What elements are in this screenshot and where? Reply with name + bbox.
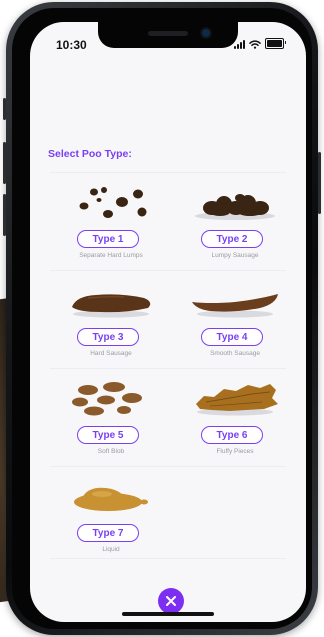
notch — [98, 22, 238, 48]
poo-type-option-5[interactable]: Type 5 Soft Blob — [50, 370, 172, 466]
page-title: Select Poo Type: — [48, 148, 132, 160]
wifi-icon — [249, 40, 261, 49]
type-7-description: Liquid — [102, 546, 120, 553]
type-3-button[interactable]: Type 3 — [77, 328, 139, 346]
divider — [50, 172, 286, 173]
smooth-sausage-icon — [192, 294, 278, 318]
battery-icon — [265, 38, 286, 49]
mute-switch — [3, 98, 6, 120]
phone-frame: 10:30 Select Poo Type: Type 1 Separate H… — [3, 2, 321, 635]
hard-sausage-icon — [72, 294, 151, 318]
poo-type-option-2[interactable]: Type 2 Lumpy Sausage — [174, 174, 296, 270]
volume-down-button — [3, 194, 6, 236]
close-icon — [166, 596, 176, 606]
type-5-button[interactable]: Type 5 — [77, 426, 139, 444]
home-indicator[interactable] — [122, 612, 214, 616]
liquid-icon — [74, 487, 148, 511]
type-4-button[interactable]: Type 4 — [201, 328, 263, 346]
divider — [50, 466, 286, 467]
poo-type-option-1[interactable]: Type 1 Separate Hard Lumps — [50, 174, 172, 270]
poo-type-option-6[interactable]: Type 6 Fluffy Pieces — [174, 370, 296, 466]
type-6-description: Fluffy Pieces — [216, 448, 254, 455]
divider — [50, 368, 286, 369]
status-time: 10:30 — [56, 38, 87, 52]
type-3-description: Hard Sausage — [90, 350, 132, 357]
lumpy-sausage-icon — [195, 194, 275, 220]
type-6-button[interactable]: Type 6 — [201, 426, 263, 444]
speaker-grille — [148, 31, 188, 36]
type-1-description: Separate Hard Lumps — [79, 252, 143, 259]
close-button[interactable] — [158, 588, 184, 614]
poo-type-option-4[interactable]: Type 4 Smooth Sausage — [174, 272, 296, 368]
app-screen: 10:30 Select Poo Type: Type 1 Separate H… — [30, 22, 306, 622]
hard-lumps-icon — [79, 187, 147, 218]
poo-type-option-7[interactable]: Type 7 Liquid — [50, 468, 172, 564]
power-button — [318, 152, 321, 214]
poo-type-option-3[interactable]: Type 3 Hard Sausage — [50, 272, 172, 368]
signal-icon — [234, 40, 245, 49]
soft-blob-icon — [72, 382, 142, 416]
type-4-description: Smooth Sausage — [210, 350, 260, 357]
status-icons — [234, 38, 286, 49]
front-camera — [202, 29, 210, 37]
type-2-description: Lumpy Sausage — [211, 252, 259, 259]
type-1-button[interactable]: Type 1 — [77, 230, 139, 248]
type-5-description: Soft Blob — [97, 448, 125, 455]
type-7-button[interactable]: Type 7 — [77, 524, 139, 542]
volume-up-button — [3, 142, 6, 184]
divider — [50, 270, 286, 271]
fluffy-pieces-icon — [196, 384, 278, 416]
type-2-button[interactable]: Type 2 — [201, 230, 263, 248]
